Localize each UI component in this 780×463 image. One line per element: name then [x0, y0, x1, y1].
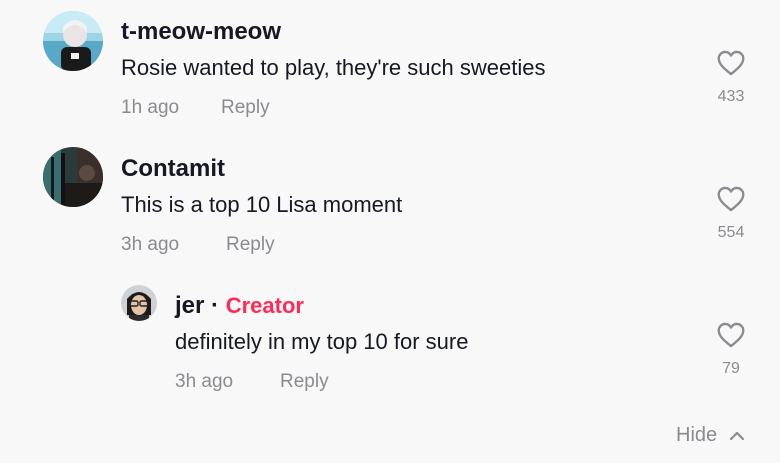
creator-badge: Creator [225, 293, 304, 318]
reply-username[interactable]: jer [175, 292, 204, 319]
like-count: 554 [717, 224, 745, 241]
reply-button[interactable]: Reply [221, 97, 270, 119]
heart-outline-icon [717, 50, 745, 76]
like-button[interactable]: 433 [701, 50, 761, 106]
avatar[interactable] [43, 11, 103, 71]
avatar[interactable] [121, 285, 157, 321]
reply-text: definitely in my top 10 for sure [175, 329, 469, 354]
comment-username[interactable]: t-meow-meow [121, 18, 281, 46]
hide-replies-button[interactable]: Hide [676, 424, 745, 447]
comment-username[interactable]: Contamit [121, 155, 225, 183]
heart-outline-icon [717, 186, 745, 212]
like-button[interactable]: 79 [701, 322, 761, 378]
like-button[interactable]: 554 [701, 186, 761, 242]
like-count: 433 [717, 88, 745, 105]
reply-button[interactable]: Reply [280, 371, 329, 393]
reply-button[interactable]: Reply [226, 234, 275, 256]
avatar[interactable] [43, 147, 103, 207]
heart-outline-icon [717, 322, 745, 348]
reply-timestamp: 3h ago [175, 371, 234, 392]
separator-dot: · [211, 292, 220, 319]
like-count: 79 [722, 360, 740, 377]
chevron-up-icon [729, 431, 744, 440]
hide-label: Hide [676, 424, 718, 446]
comment-text: This is a top 10 Lisa moment [121, 192, 403, 217]
reply-header: jer · Creator [175, 292, 304, 320]
comment-timestamp: 3h ago [121, 234, 180, 255]
comment-timestamp: 1h ago [121, 97, 180, 118]
comment-text: Rosie wanted to play, they're such sweet… [121, 55, 546, 80]
